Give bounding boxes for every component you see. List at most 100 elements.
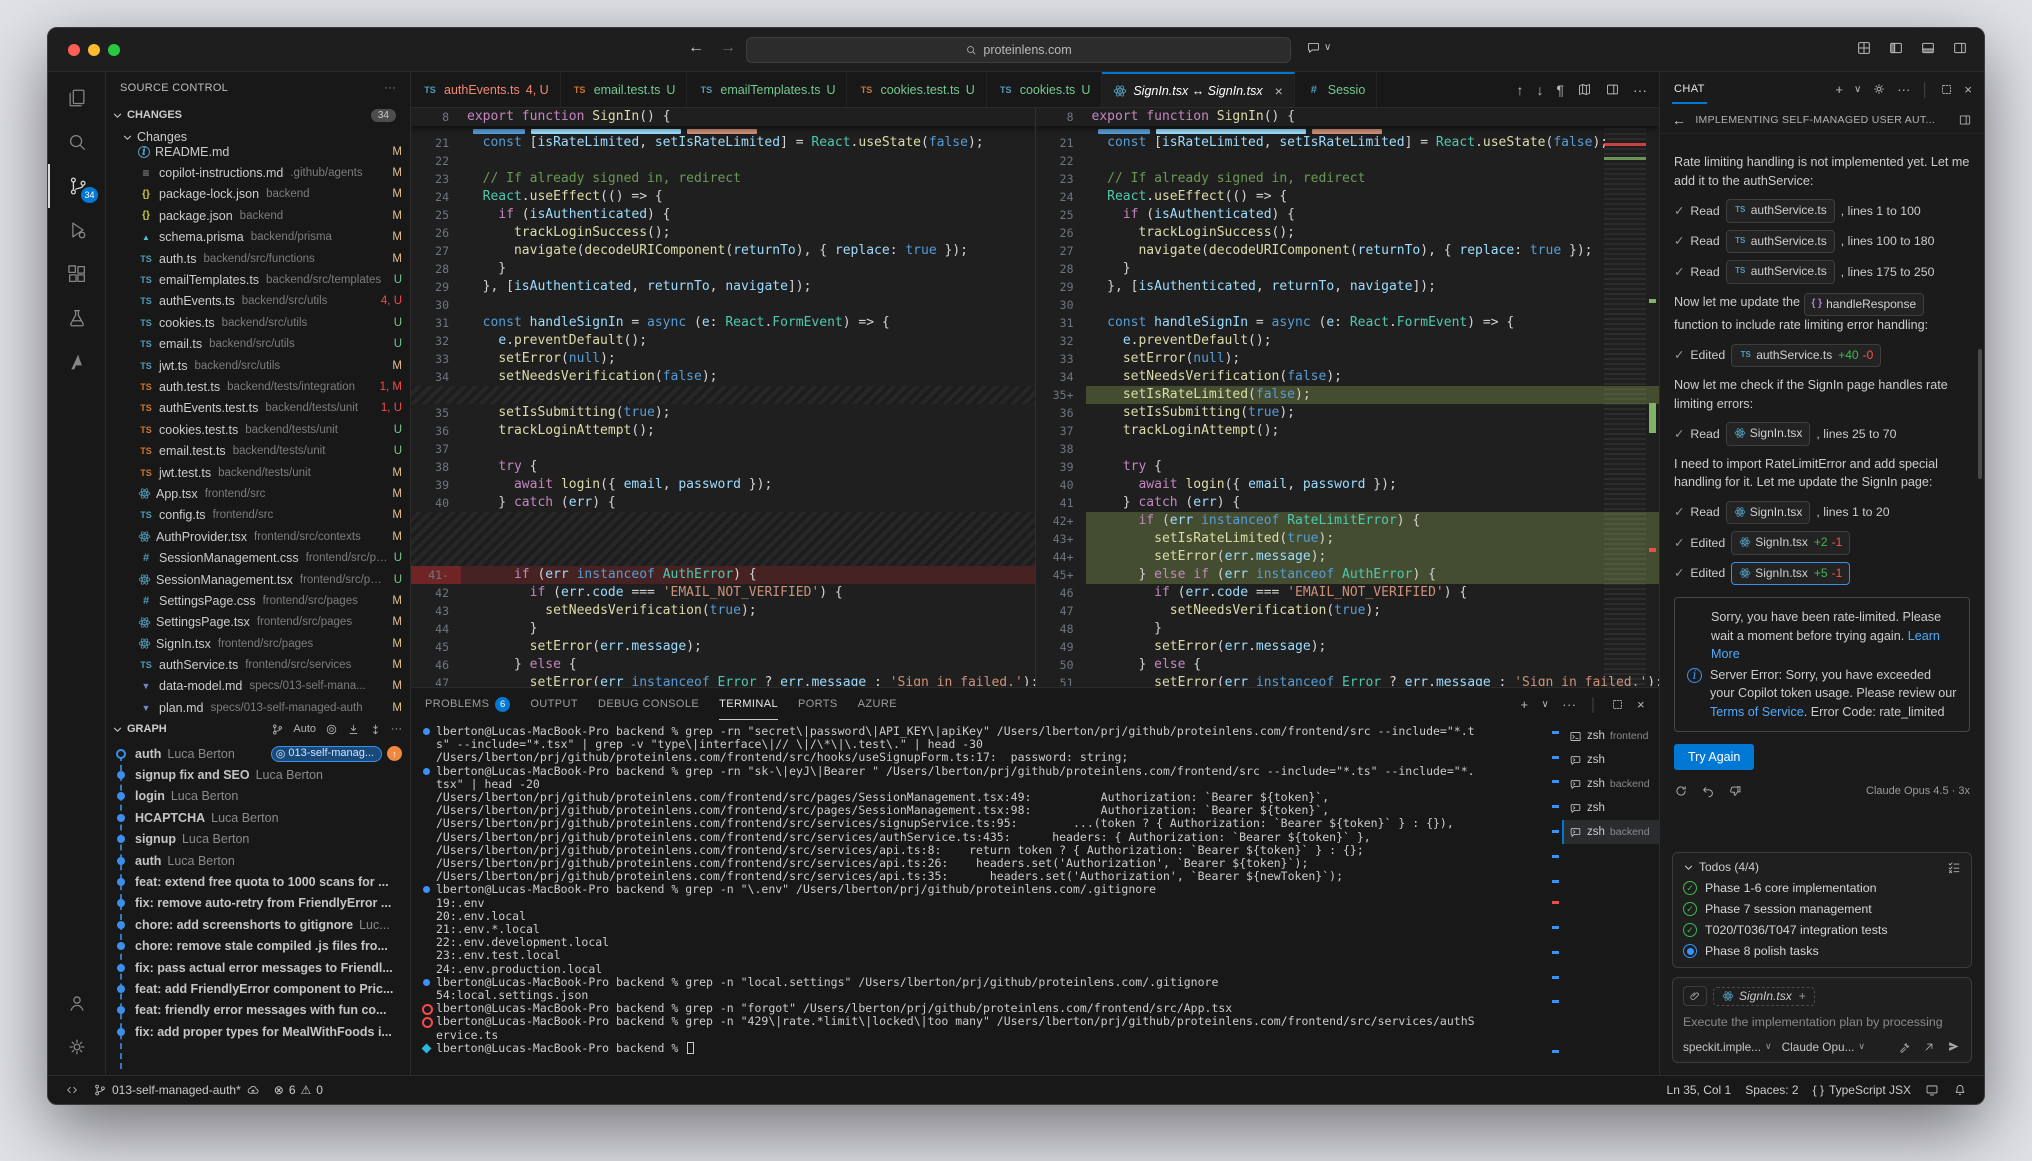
file-row[interactable]: ≡copilot-instructions.md.github/agentsM [106, 162, 410, 183]
forward-icon[interactable]: → [720, 39, 736, 57]
file-row[interactable]: iREADME.mdM [106, 141, 410, 162]
code-line[interactable]: 35 setIsSubmitting(true); [411, 404, 1035, 422]
code-line[interactable]: 35+ setIsRateLimited(false); [1036, 386, 1660, 404]
code-line[interactable]: 25 if (isAuthenticated) { [1036, 206, 1660, 224]
terminal-instance[interactable]: zshbackend [1562, 772, 1659, 796]
panel-tab-DEBUG CONSOLE[interactable]: DEBUG CONSOLE [598, 688, 699, 720]
file-row[interactable]: TSauth.tsbackend/src/functionsM [106, 248, 410, 269]
file-row[interactable]: TSauth.test.tsbackend/tests/integration1… [106, 376, 410, 397]
gear-icon[interactable] [1872, 82, 1886, 96]
file-row[interactable]: SignIn.tsxfrontend/src/pagesM [106, 633, 410, 654]
code-line[interactable]: 37 trackLoginAttempt(); [1036, 422, 1660, 440]
code-line[interactable]: 45 setError(err.message); [411, 638, 1035, 656]
toggle-secondary-sidebar-icon[interactable] [1952, 40, 1968, 56]
code-line[interactable]: 45+ } else if (err instanceof AuthError)… [1036, 566, 1660, 584]
code-line[interactable]: 33 setError(null); [411, 350, 1035, 368]
tab-Sessio[interactable]: #Sessio [1295, 72, 1378, 107]
chat-dropdown-icon[interactable]: ∨ [1854, 84, 1861, 95]
map-icon[interactable] [1577, 82, 1592, 97]
code-line[interactable]: 30 [1036, 296, 1660, 314]
file-row[interactable]: ▲schema.prismabackend/prismaM [106, 227, 410, 248]
file-row[interactable]: TSemailTemplates.tsbackend/src/templates… [106, 269, 410, 290]
customize-layout-icon[interactable] [1856, 40, 1872, 56]
open-in-editor-icon[interactable] [1958, 113, 1972, 127]
code-line[interactable]: 44+ setError(err.message); [1036, 548, 1660, 566]
code-line[interactable]: 27 navigate(decodeURIComponent(returnTo)… [411, 242, 1035, 260]
chat-tab[interactable]: CHAT [1672, 75, 1707, 104]
code-line[interactable]: 43 setNeedsVerification(true); [411, 602, 1035, 620]
new-chat-icon[interactable]: + [1835, 82, 1843, 97]
settings-button[interactable] [48, 1025, 106, 1069]
file-row[interactable]: TSauthEvents.test.tsbackend/tests/unit1,… [106, 398, 410, 419]
todo-item[interactable]: Phase 8 polish tasks [1683, 944, 1961, 958]
chat-dropdown-chevron[interactable]: ∨ [1324, 42, 1331, 53]
file-row[interactable]: #SessionManagement.cssfrontend/src/pages… [106, 547, 410, 568]
code-line[interactable]: 21 const [isRateLimited, setIsRateLimite… [411, 134, 1035, 152]
code-line[interactable]: 42+ if (err instanceof RateLimitError) { [1036, 512, 1660, 530]
toggle-panel-icon[interactable] [1920, 40, 1936, 56]
attach-context-button[interactable] [1683, 986, 1707, 1006]
panel-tab-PORTS[interactable]: PORTS [798, 688, 838, 720]
cursor-position[interactable]: Ln 35, Col 1 [1660, 1083, 1739, 1097]
code-line[interactable]: 50 } else { [1036, 656, 1660, 674]
tab-cookies.ts[interactable]: TScookies.tsU [987, 72, 1103, 107]
file-row[interactable]: {}package-lock.jsonbackendM [106, 184, 410, 205]
code-line[interactable]: 37 [411, 440, 1035, 458]
commit-row[interactable]: fix: remove auto-retry from FriendlyErro… [106, 893, 410, 914]
commit-row[interactable]: HCAPTCHALuca Berton [106, 807, 410, 828]
code-line[interactable]: 24 React.useEffect(() => { [1036, 188, 1660, 206]
code-line[interactable]: 22 [411, 152, 1035, 170]
activity-run-debug[interactable] [48, 208, 106, 252]
panel-tab-OUTPUT[interactable]: OUTPUT [530, 688, 578, 720]
code-line[interactable]: 22 [1036, 152, 1660, 170]
file-row[interactable]: TSemail.test.tsbackend/tests/unitU [106, 440, 410, 461]
maximize-panel-icon[interactable] [1611, 698, 1624, 711]
code-line[interactable]: 25 if (isAuthenticated) { [411, 206, 1035, 224]
file-row[interactable]: SessionManagement.tsxfrontend/src/pagesU [106, 569, 410, 590]
chat-input-placeholder[interactable]: Execute the implementation plan by proce… [1683, 1015, 1961, 1029]
file-chip[interactable]: TSauthService.ts+40-0 [1731, 344, 1881, 368]
commit-row[interactable]: fix: pass actual error messages to Frien… [106, 957, 410, 978]
code-line[interactable]: 27 navigate(decodeURIComponent(returnTo)… [1036, 242, 1660, 260]
code-line[interactable]: 40 } catch (err) { [411, 494, 1035, 512]
code-line[interactable]: 31 const handleSignIn = async (e: React.… [411, 314, 1035, 332]
activity-extensions[interactable] [48, 252, 106, 296]
terminal-output[interactable]: lberton@Lucas-MacBook-Pro backend % grep… [411, 720, 1550, 1075]
code-line[interactable]: 26 trackLoginSuccess(); [1036, 224, 1660, 242]
file-row[interactable]: TSauthService.tsfrontend/src/servicesM [106, 654, 410, 675]
code-line[interactable]: 30 [411, 296, 1035, 314]
code-line[interactable]: 38 [1036, 440, 1660, 458]
attached-file-chip[interactable]: SignIn.tsx + [1713, 987, 1815, 1006]
code-line[interactable]: 48 } [1036, 620, 1660, 638]
remote-indicator[interactable] [58, 1076, 86, 1104]
minimize-window-button[interactable] [88, 44, 100, 56]
todo-item[interactable]: ✓Phase 1-6 core implementation [1683, 881, 1961, 895]
diff-modified-pane[interactable]: 8export function SignIn() {21 const [isR… [1036, 108, 1660, 687]
learn-more-link[interactable]: Learn More [1711, 629, 1940, 662]
file-row[interactable]: TSjwt.tsbackend/src/utilsM [106, 355, 410, 376]
activity-testing[interactable] [48, 296, 106, 340]
back-icon[interactable]: ← [688, 39, 704, 57]
code-line[interactable]: 41 } catch (err) { [1036, 494, 1660, 512]
back-icon[interactable]: ← [1672, 112, 1686, 128]
tab-cookies.test.ts[interactable]: TScookies.test.tsU [847, 72, 986, 107]
language-mode[interactable]: { }TypeScript JSX [1806, 1083, 1918, 1097]
code-line[interactable]: 38 try { [411, 458, 1035, 476]
target-icon[interactable] [325, 723, 338, 736]
fetch-icon[interactable] [369, 723, 382, 736]
tools-icon[interactable] [1898, 1040, 1912, 1054]
file-row[interactable]: App.tsxfrontend/srcM [106, 483, 410, 504]
close-icon[interactable]: × [1964, 82, 1972, 97]
file-row[interactable]: SettingsPage.tsxfrontend/src/pagesM [106, 612, 410, 633]
notifications-item[interactable] [1946, 1083, 1974, 1097]
split-editor-icon[interactable] [1605, 82, 1620, 97]
model-picker[interactable]: Claude Opu...∨ [1782, 1040, 1865, 1054]
overview-ruler[interactable] [1646, 108, 1659, 687]
toggle-sidebar-icon[interactable] [1888, 40, 1904, 56]
file-chip[interactable]: SignIn.tsx+2-1 [1731, 531, 1850, 555]
activity-explorer[interactable] [48, 76, 106, 120]
chat-bubble-icon[interactable] [1306, 40, 1321, 55]
commit-row[interactable]: authLuca Berton [106, 850, 410, 871]
file-row[interactable]: TSemail.tsbackend/src/utilsU [106, 334, 410, 355]
activity-azure[interactable] [48, 340, 106, 384]
